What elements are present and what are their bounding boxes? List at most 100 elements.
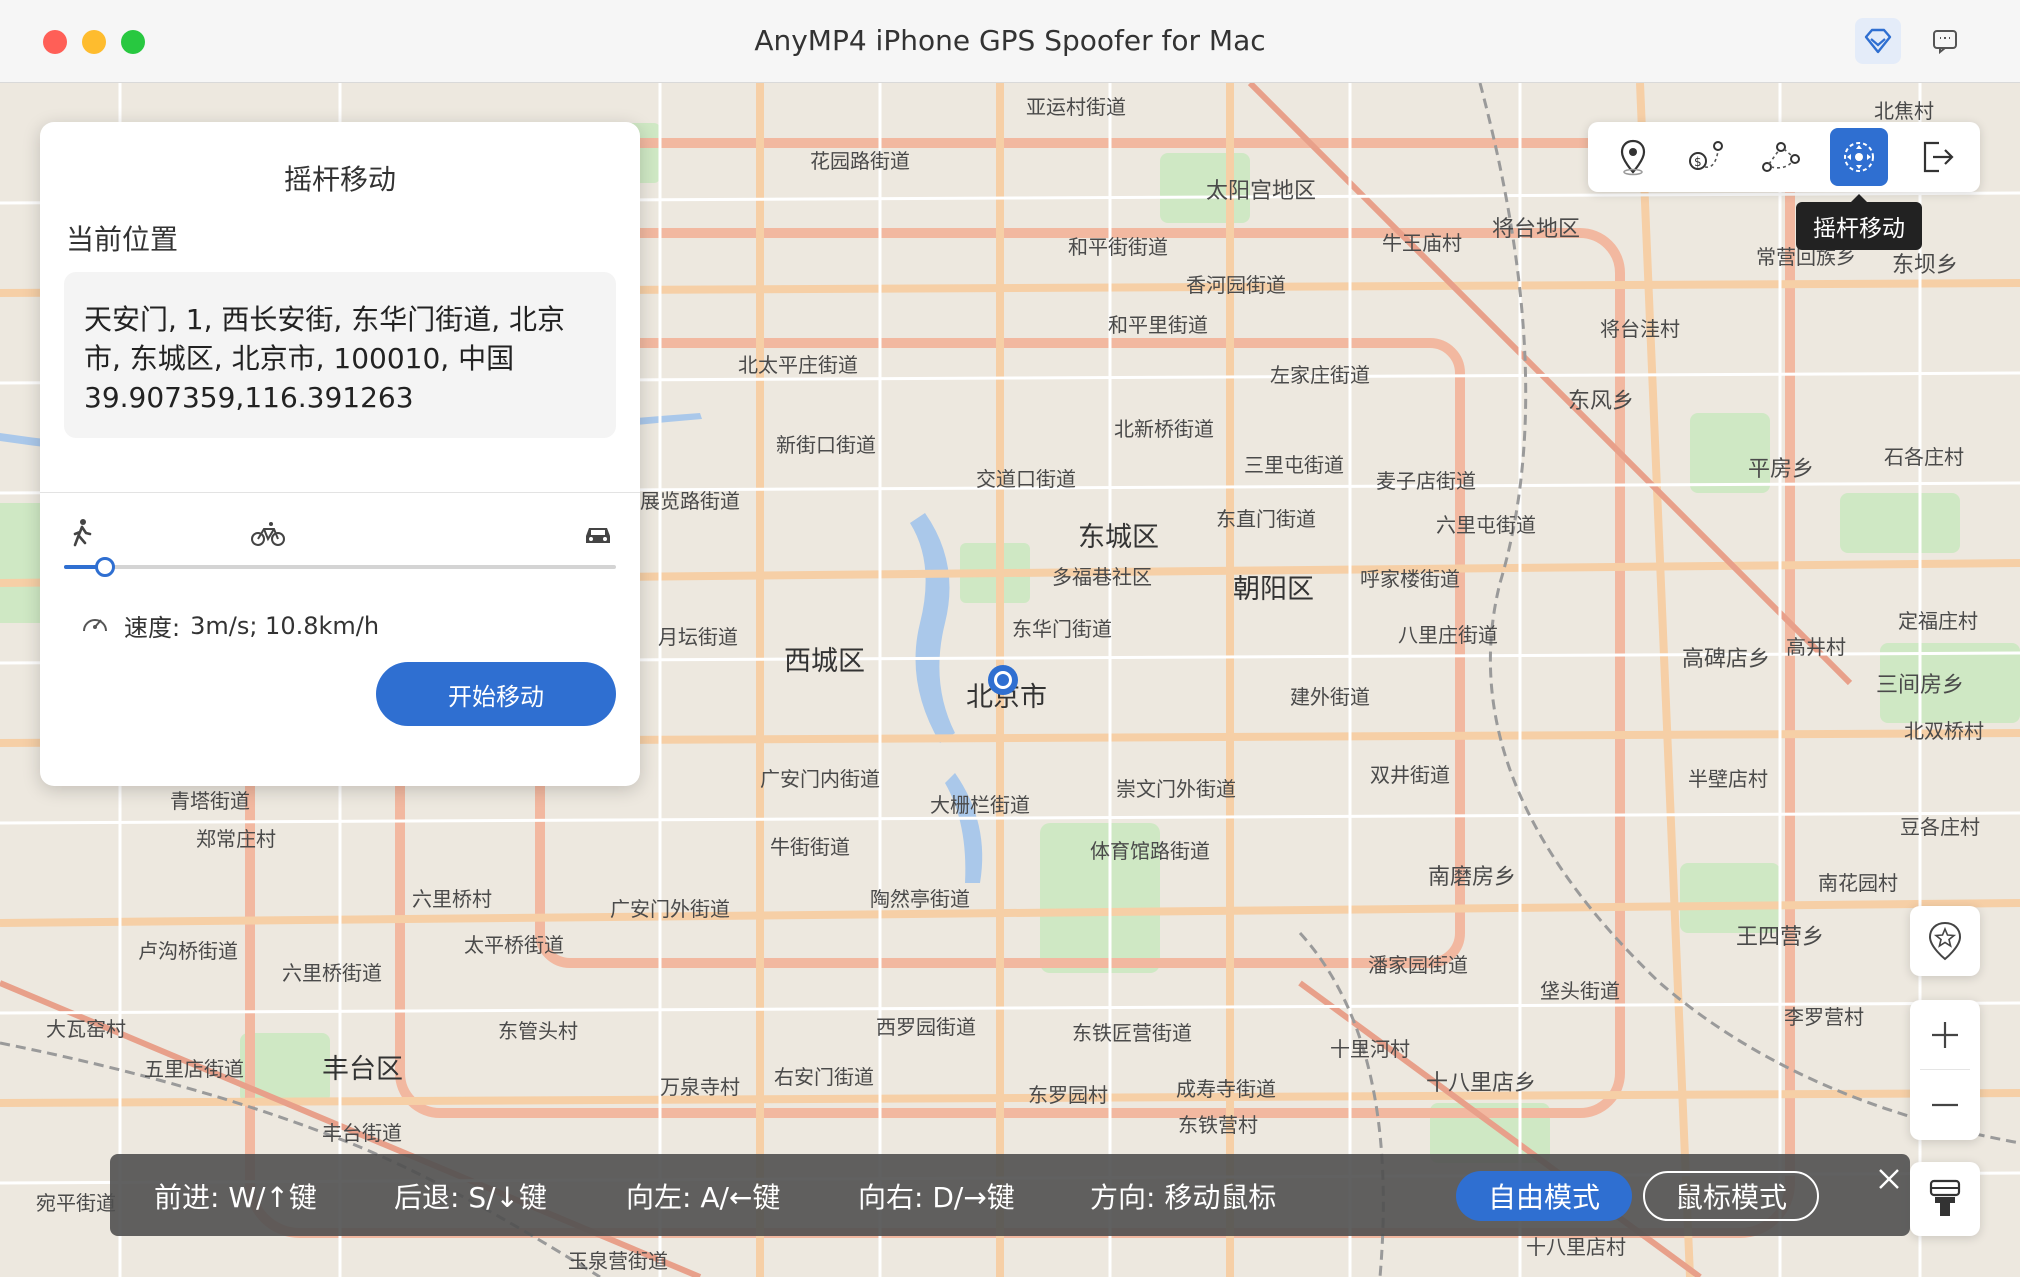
map-label-street: 三间房乡 [1876, 673, 1965, 698]
zoom-out-icon[interactable] [1929, 1089, 1961, 1125]
start-moving-button[interactable]: 开始移动 [376, 662, 616, 726]
direction-hint: 方向: 移动鼠标 [1090, 1181, 1277, 1214]
map-label-street: 大瓦窑村 [46, 1017, 126, 1041]
map-label-street: 将台洼村 [1600, 317, 1680, 341]
map-label-street: 王四营乡 [1736, 925, 1825, 950]
map-label-street: 潘家园街道 [1368, 953, 1468, 977]
diamond-vip-icon[interactable] [1855, 18, 1901, 64]
map-label-street: 多福巷社区 [1052, 565, 1152, 589]
map-label-street: 广安门内街道 [760, 767, 880, 791]
joystick-panel: 摇杆移动 当前位置 天安门, 1, 西长安街, 东华门街道, 北京 市, 东城区… [40, 122, 640, 786]
map-label-street: 牛街街道 [770, 835, 850, 859]
favorite-star-icon[interactable] [1926, 920, 1964, 966]
map-label-street: 十里河村 [1330, 1037, 1410, 1061]
map-label-street: 东铁营村 [1178, 1113, 1258, 1137]
map-label-street: 宛平街道 [36, 1191, 116, 1215]
speedometer-icon [80, 609, 110, 643]
map-label-street: 亚运村街道 [1026, 95, 1126, 119]
map-label-street: 高井村 [1786, 635, 1846, 659]
map-label-street: 东管头村 [498, 1019, 578, 1043]
current-location-label: 当前位置 [66, 223, 179, 256]
map-label-street: 东坝乡 [1892, 253, 1959, 278]
map-label-street: 平房乡 [1748, 457, 1815, 482]
map-label-street: 双井街道 [1370, 763, 1450, 787]
speed-slider[interactable] [64, 557, 616, 577]
speed-label: 速度: [124, 614, 181, 642]
current-location-marker[interactable] [986, 663, 1020, 697]
map-label-street: 高碑店乡 [1682, 647, 1771, 672]
map-label-street: 花园路街道 [810, 149, 910, 173]
map-label-street: 南磨房乡 [1428, 865, 1517, 890]
map-label-street: 六里桥村 [412, 887, 492, 911]
one-stop-route-icon[interactable]: $ [1678, 128, 1736, 186]
map-label-street: 北双桥村 [1904, 719, 1984, 743]
map-label-street: 玉泉营街道 [568, 1249, 668, 1273]
map-label-street: 呼家楼街道 [1360, 567, 1460, 591]
speed-row: 速度: 3m/s; 10.8km/h [80, 608, 379, 643]
map-label-street: 右安门街道 [774, 1065, 874, 1089]
close-icon[interactable] [1874, 1164, 1904, 1194]
map-label-street: 北焦村 [1874, 99, 1934, 123]
map-label-street: 麦子店街道 [1376, 469, 1476, 493]
map-label-street: 将台地区 [1492, 217, 1581, 242]
keyboard-hint-bar: 前进: W/↑键 后退: S/↓键 向左: A/←键 向右: D/→键 方向: … [110, 1154, 1910, 1236]
address-line: 市, 东城区, 北京市, 100010, 中国 [84, 342, 515, 375]
message-icon[interactable] [1922, 18, 1968, 64]
speed-value: 3m/s; 10.8km/h [190, 611, 380, 640]
forward-hint: 前进: W/↑键 [154, 1181, 317, 1214]
bicycle-icon[interactable] [250, 516, 286, 552]
map-label-district: 东城区 [1078, 522, 1159, 553]
map-label-street: 青塔街道 [170, 789, 250, 813]
map-label-street: 东直门街道 [1216, 507, 1316, 531]
map-label-street: 东铁匠营街道 [1072, 1021, 1192, 1045]
mouse-mode-button[interactable]: 鼠标模式 [1643, 1171, 1819, 1221]
layer-button[interactable] [1910, 1162, 1980, 1236]
svg-text:$: $ [1694, 155, 1702, 169]
joystick-tooltip: 摇杆移动 [1796, 194, 1922, 250]
map-label-street: 郑常庄村 [196, 827, 276, 851]
map-label-street: 香河园街道 [1186, 273, 1286, 297]
map-label-street: 陶然亭街道 [870, 887, 970, 911]
exit-icon[interactable] [1908, 128, 1966, 186]
map-label-street: 新街口街道 [776, 433, 876, 457]
map-label-street: 建外街道 [1290, 685, 1370, 709]
panel-title: 摇杆移动 [283, 163, 396, 196]
map-label-street: 西罗园街道 [876, 1015, 976, 1039]
speed-slider-knob[interactable] [95, 557, 115, 577]
map-label-district: 西城区 [784, 646, 865, 677]
favorite-button[interactable] [1910, 906, 1980, 976]
map-label-street: 垡头街道 [1540, 979, 1620, 1003]
map-label-street: 十八里店乡 [1426, 1071, 1537, 1096]
map-label-street: 体育馆路街道 [1090, 839, 1210, 863]
map-label-street: 南花园村 [1818, 871, 1898, 895]
right-hint: 向右: D/→键 [858, 1181, 1015, 1214]
map-label-street: 成寿寺街道 [1176, 1077, 1276, 1101]
map-label-street: 大栅栏街道 [930, 793, 1030, 817]
map-label-street: 左家庄街道 [1270, 363, 1370, 387]
map-label-district: 丰台区 [322, 1054, 403, 1085]
map-label-street: 六里桥街道 [282, 961, 382, 985]
backward-hint: 后退: S/↓键 [394, 1181, 548, 1214]
map-label-street: 五里店街道 [144, 1057, 244, 1081]
map-label-street: 八里庄街道 [1398, 623, 1498, 647]
map-label-street: 展览路街道 [640, 489, 740, 513]
zoom-divider [1920, 1069, 1970, 1070]
map-label-street: 半壁店村 [1688, 767, 1768, 791]
map-label-street: 崇文门外街道 [1116, 777, 1236, 801]
walk-icon[interactable] [64, 516, 100, 552]
map-label-street: 石各庄村 [1884, 445, 1964, 469]
map-label-street: 豆各庄村 [1900, 815, 1980, 839]
joystick-icon[interactable] [1830, 128, 1888, 186]
layer-icon[interactable] [1927, 1178, 1963, 1224]
window-title: AnyMP4 iPhone GPS Spoofer for Mac [754, 24, 1266, 57]
locate-icon[interactable] [1604, 128, 1662, 186]
title-bar: AnyMP4 iPhone GPS Spoofer for Mac [0, 0, 2020, 83]
multi-stop-route-icon[interactable] [1752, 128, 1810, 186]
free-mode-button[interactable]: 自由模式 [1456, 1171, 1632, 1221]
zoom-in-icon[interactable] [1929, 1019, 1961, 1055]
map-label-street: 广安门外街道 [610, 897, 730, 921]
car-icon[interactable] [580, 516, 616, 552]
map-label-street: 三里屯街道 [1244, 453, 1344, 477]
address-line: 天安门, 1, 西长安街, 东华门街道, 北京 [84, 303, 566, 336]
map-label-street: 定福庄村 [1898, 609, 1978, 633]
